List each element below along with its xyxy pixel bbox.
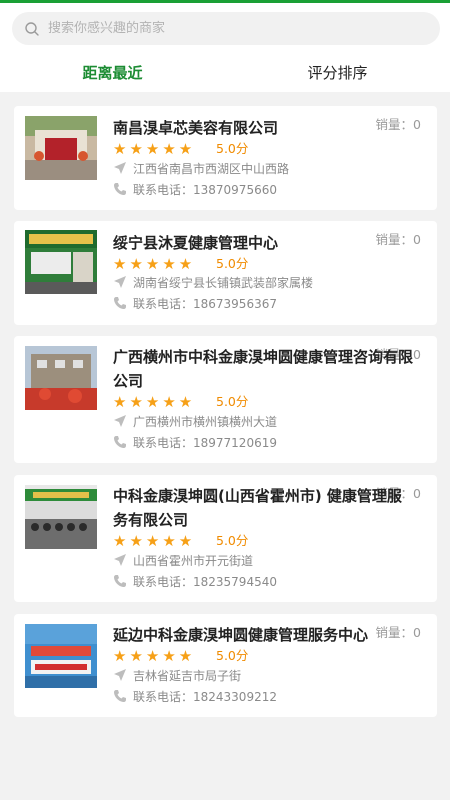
store-card[interactable]: 广西横州市中科金康湨坤圆健康管理咨询有限公司 销量：0 ★★★★★ 5.0分 广… [14,336,437,463]
location-arrow-icon [114,554,126,566]
store-name: 南昌湨卓芯美容有限公司 [113,119,279,137]
tab-rating[interactable]: 评分排序 [225,58,450,88]
store-phone: 联系电话：13870975660 [133,183,277,197]
location-arrow-icon [114,162,126,174]
store-card[interactable]: 南昌湨卓芯美容有限公司 销量：0 ★★★★★ 5.0分 江西省南昌市西湖区中山西… [14,106,437,210]
address-row: 湖南省绥宁县长铺镇武装部家属楼 [113,275,313,291]
phone-row[interactable]: 联系电话：13870975660 [113,182,277,198]
rating-score: 5.0分 [216,533,249,548]
phone-row[interactable]: 联系电话：18977120619 [113,435,277,451]
store-address: 湖南省绥宁县长铺镇武装部家属楼 [133,276,314,290]
tab-distance[interactable]: 距离最近 [0,58,225,88]
rating-stars: ★★★★★ [113,255,196,273]
phone-icon [114,183,126,195]
store-name: 中科金康湨坤圆(山西省霍州市) 健康管理服务有限公司 [113,487,402,529]
store-card[interactable]: 延边中科金康湨坤圆健康管理服务中心 销量：0 ★★★★★ 5.0分 吉林省延吉市… [14,614,437,717]
rating-stars: ★★★★★ [113,140,196,158]
store-phone: 联系电话：18243309212 [133,690,277,704]
store-card[interactable]: 绥宁县沐夏健康管理中心 销量：0 ★★★★★ 5.0分 湖南省绥宁县长铺镇武装部… [14,221,437,325]
header: 距离最近 评分排序 [0,3,450,92]
store-phone: 联系电话：18235794540 [133,575,277,589]
phone-row[interactable]: 联系电话：18235794540 [113,574,277,590]
phone-icon [114,690,126,702]
address-row: 江西省南昌市西湖区中山西路 [113,161,289,177]
address-row: 山西省霍州市开元街道 [113,553,253,569]
store-name: 延边中科金康湨坤圆健康管理服务中心 [113,626,369,644]
store-name: 广西横州市中科金康湨坤圆健康管理咨询有限公司 [113,348,414,390]
address-row: 广西横州市横州镇横州大道 [113,414,277,430]
rating-score: 5.0分 [216,141,249,156]
location-arrow-icon [114,415,126,427]
search-icon [25,22,39,36]
phone-icon [114,297,126,309]
store-address: 吉林省延吉市局子街 [133,669,242,683]
rating-stars: ★★★★★ [113,393,196,411]
rating-score: 5.0分 [216,256,249,271]
store-address: 广西横州市横州镇横州大道 [133,415,278,429]
store-address: 山西省霍州市开元街道 [133,554,254,568]
rating-stars: ★★★★★ [113,532,196,550]
search-bar[interactable] [12,12,440,45]
location-arrow-icon [114,669,126,681]
location-arrow-icon [114,276,126,288]
store-address: 江西省南昌市西湖区中山西路 [133,162,290,176]
phone-row[interactable]: 联系电话：18673956367 [113,296,277,312]
store-name: 绥宁县沐夏健康管理中心 [113,234,279,252]
rating-score: 5.0分 [216,394,249,409]
store-thumbnail [25,230,97,294]
rating-stars: ★★★★★ [113,647,196,665]
store-phone: 联系电话：18673956367 [133,297,277,311]
search-input[interactable] [48,12,428,45]
phone-icon [114,436,126,448]
phone-icon [114,575,126,587]
phone-row[interactable]: 联系电话：18243309212 [113,689,277,705]
store-thumbnail [25,116,97,180]
store-phone: 联系电话：18977120619 [133,436,277,450]
address-row: 吉林省延吉市局子街 [113,668,241,684]
store-thumbnail [25,624,97,688]
rating-score: 5.0分 [216,648,249,663]
store-thumbnail [25,485,97,549]
store-thumbnail [25,346,97,410]
store-card[interactable]: 中科金康湨坤圆(山西省霍州市) 健康管理服务有限公司 销量：0 ★★★★★ 5.… [14,475,437,602]
